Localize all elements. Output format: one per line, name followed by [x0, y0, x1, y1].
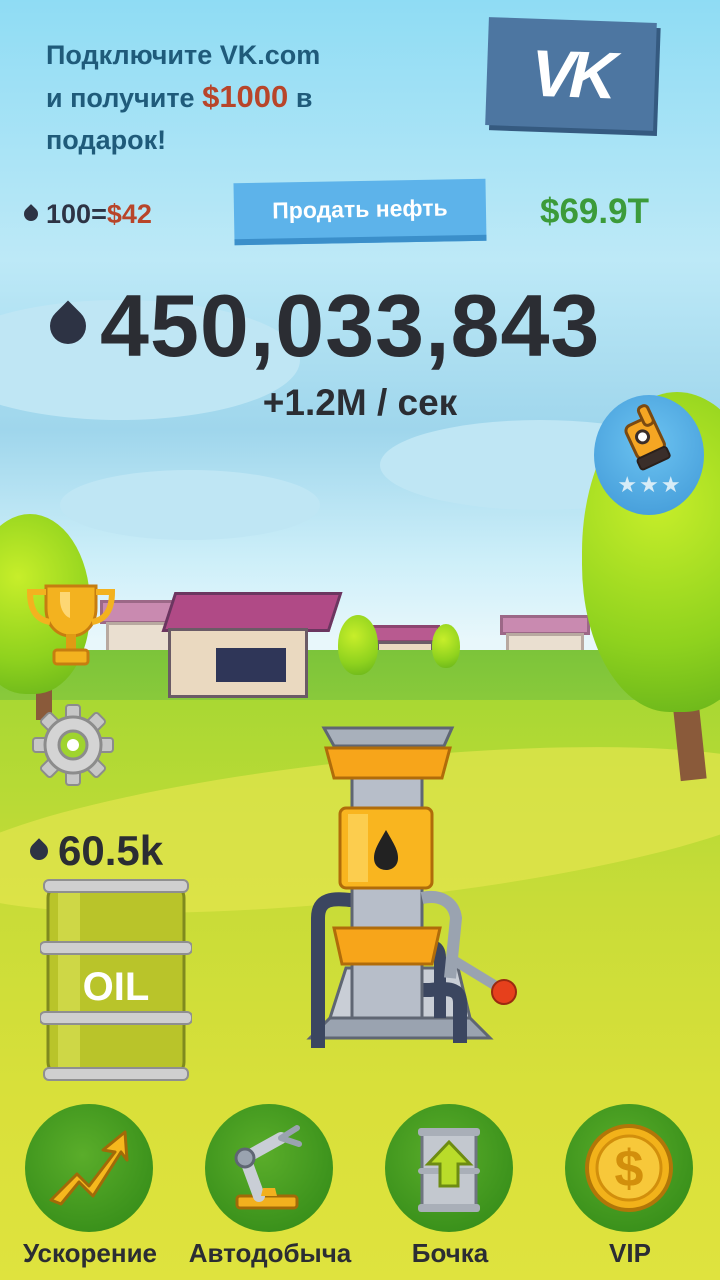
tap-upgrade-button[interactable]: ★★★ — [594, 395, 704, 515]
oil-drop-icon — [21, 204, 41, 224]
nav-boost[interactable]: Ускорение — [5, 1104, 175, 1280]
nav-vip[interactable]: $ VIP — [545, 1104, 715, 1280]
tree-small — [338, 615, 378, 675]
oil-barrel-icon[interactable]: OIL — [40, 876, 192, 1082]
exchange-oil-amount: 100 — [46, 198, 92, 229]
exchange-price: $42 — [106, 198, 152, 229]
promo-line-2-suffix: в — [295, 83, 313, 113]
promo-line-3: подарок! — [46, 125, 167, 155]
barrel-capacity-value: 60.5k — [58, 827, 164, 874]
exchange-equals: = — [91, 198, 107, 229]
upgrade-stars: ★★★ — [617, 473, 683, 498]
house-main — [161, 592, 343, 704]
nav-barrel[interactable]: Бочка — [365, 1104, 535, 1280]
vk-connect-button[interactable]: VK — [485, 17, 657, 131]
promo-line-2: и получите $1000 в — [46, 76, 466, 119]
vk-promo-text[interactable]: Подключите VK.com и получите $1000 в под… — [46, 34, 466, 161]
svg-text:$: $ — [615, 1140, 644, 1198]
sell-oil-button[interactable]: Продать нефть — [233, 178, 487, 246]
nav-boost-circle — [25, 1104, 153, 1232]
barrel-label: OIL — [83, 965, 150, 1009]
tree-small — [432, 624, 460, 668]
vk-logo-icon: VK — [529, 35, 613, 113]
nav-auto-mining[interactable]: Автодобыча — [185, 1104, 355, 1280]
oil-total: 450,033,843 — [40, 276, 700, 375]
robot-arm-icon — [234, 1125, 302, 1210]
nav-barrel-circle — [385, 1104, 513, 1232]
nav-vip-circle: $ — [565, 1104, 693, 1232]
gold-coin-icon: $ — [585, 1124, 673, 1212]
oil-total-value: 450,033,843 — [100, 276, 601, 375]
oil-drop-icon — [42, 300, 94, 352]
exchange-rate: 100 = $42 — [21, 196, 152, 232]
oil-rate-per-second: +1.2M / сек — [262, 382, 458, 423]
nav-vip-label: VIP — [609, 1238, 651, 1268]
oil-pump-machine[interactable] — [290, 718, 526, 1062]
barrel-capacity: 60.5k — [26, 826, 164, 876]
trophy-icon[interactable] — [24, 578, 118, 672]
oil-drop-icon — [26, 838, 52, 864]
promo-line-2-prefix: и получите — [46, 83, 195, 113]
settings-gear-icon[interactable] — [30, 702, 116, 788]
barrel-upgrade-icon — [418, 1128, 480, 1212]
nav-auto-mining-label: Автодобыча — [188, 1238, 352, 1268]
money-balance: $69.9T — [540, 192, 649, 231]
nav-barrel-label: Бочка — [411, 1238, 489, 1268]
boost-arrow-icon — [49, 1130, 129, 1206]
nav-auto-mining-circle — [205, 1104, 333, 1232]
promo-line-1: Подключите VK.com — [46, 40, 321, 70]
promo-amount: $1000 — [202, 79, 289, 114]
cloud — [60, 470, 320, 540]
